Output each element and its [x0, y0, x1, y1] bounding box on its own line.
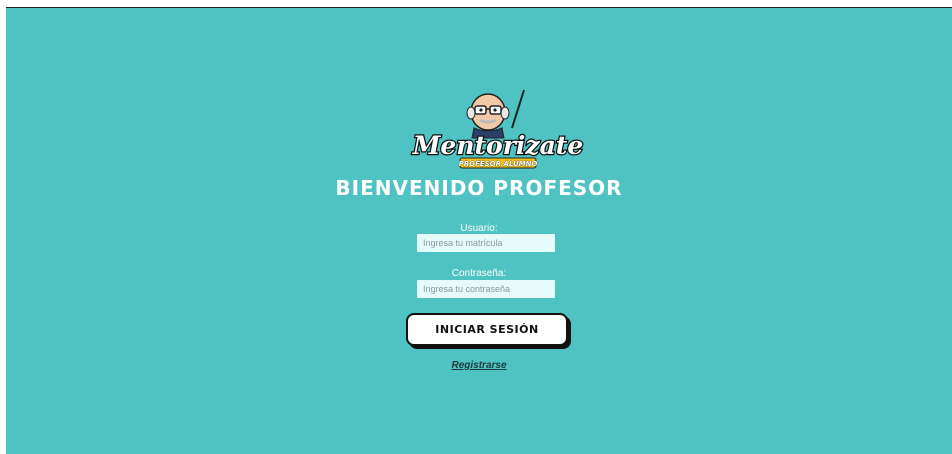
login-page: Mentorizate PROFESOR ALUMNO BIENVENIDO P…: [6, 7, 952, 454]
login-button[interactable]: INICIAR SESIÓN: [406, 313, 568, 346]
mentorizate-logo: Mentorizate PROFESOR ALUMNO: [398, 88, 598, 178]
logo-sub-text: PROFESOR ALUMNO: [459, 160, 538, 168]
register-link[interactable]: Registrarse: [6, 360, 952, 371]
password-label: Contraseña:: [451, 268, 507, 279]
page-title: BIENVENIDO PROFESOR: [335, 176, 623, 200]
password-input[interactable]: [417, 280, 555, 298]
professor-mascot-icon: Mentorizate PROFESOR ALUMNO: [411, 89, 585, 169]
user-label: Usuario:: [460, 223, 498, 234]
logo-brand-text: Mentorizate: [412, 131, 584, 160]
user-input[interactable]: [417, 234, 555, 252]
